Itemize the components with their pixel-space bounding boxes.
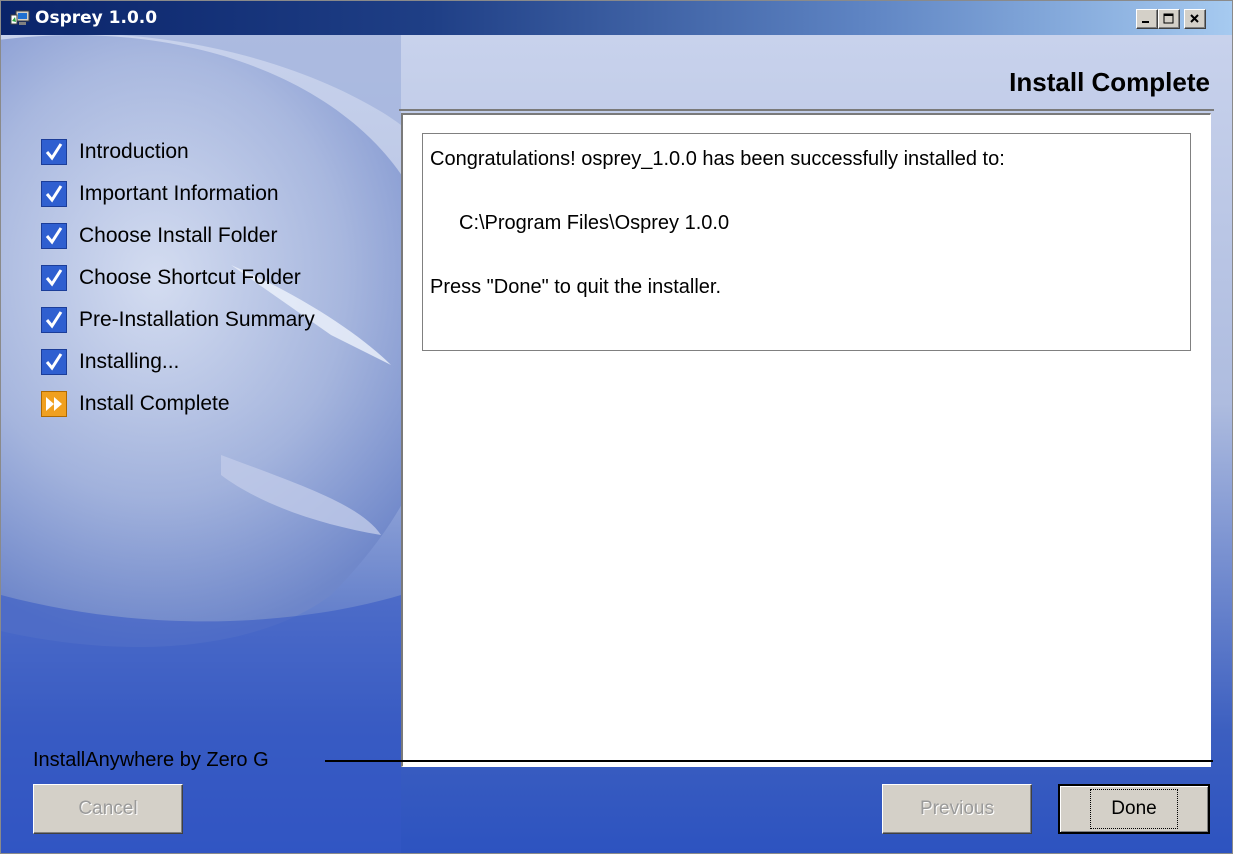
close-icon [1190,14,1199,23]
step-introduction: Introduction [41,131,315,173]
step-label: Important Information [79,182,279,205]
footer-divider [325,760,1213,762]
minimize-icon [1142,21,1149,23]
installanywhere-brand: InstallAnywhere by Zero G [33,749,269,771]
installer-window: Osprey 1.0.0 Install Complete Introducti… [0,0,1233,854]
step-pre-installation-summary: Pre-Installation Summary [41,299,315,341]
page-title: Install Complete [1009,67,1210,97]
maximize-icon [1163,13,1174,24]
cancel-button[interactable]: Cancel [33,784,183,834]
done-instruction: Press "Done" to quit the installer. [430,276,722,298]
completion-message-box: Congratulations! osprey_1.0.0 has been s… [422,133,1191,351]
step-choose-install-folder: Choose Install Folder [41,215,315,257]
close-button[interactable] [1184,9,1206,29]
step-label: Introduction [79,140,189,163]
fast-forward-icon [41,391,67,417]
step-label: Pre-Installation Summary [79,308,315,331]
step-label: Choose Shortcut Folder [79,266,301,289]
step-install-complete: Install Complete [41,383,315,425]
checkmark-icon [41,139,67,165]
checkmark-icon [41,223,67,249]
step-choose-shortcut-folder: Choose Shortcut Folder [41,257,315,299]
step-important-information: Important Information [41,173,315,215]
step-installing: Installing... [41,341,315,383]
checkmark-icon [41,265,67,291]
steps-list: Introduction Important Information Choos… [41,131,315,425]
maximize-button[interactable] [1158,9,1180,29]
done-button[interactable]: Done [1058,784,1210,834]
installer-app-icon [10,10,30,25]
window-title: Osprey 1.0.0 [35,8,158,28]
checkmark-icon [41,349,67,375]
previous-button[interactable]: Previous [882,784,1032,834]
header-divider [399,109,1214,111]
step-label: Installing... [79,350,180,373]
main-panel: Congratulations! osprey_1.0.0 has been s… [401,113,1211,767]
install-path: C:\Program Files\Osprey 1.0.0 [459,212,730,234]
step-label: Install Complete [79,392,230,415]
checkmark-icon [41,307,67,333]
step-label: Choose Install Folder [79,224,278,247]
title-bar[interactable]: Osprey 1.0.0 [1,1,1232,35]
success-message: Congratulations! osprey_1.0.0 has been s… [430,148,1005,170]
done-button-label: Done [1090,789,1178,829]
installer-content: Install Complete Introduction Important … [1,35,1232,853]
minimize-button[interactable] [1136,9,1158,29]
checkmark-icon [41,181,67,207]
